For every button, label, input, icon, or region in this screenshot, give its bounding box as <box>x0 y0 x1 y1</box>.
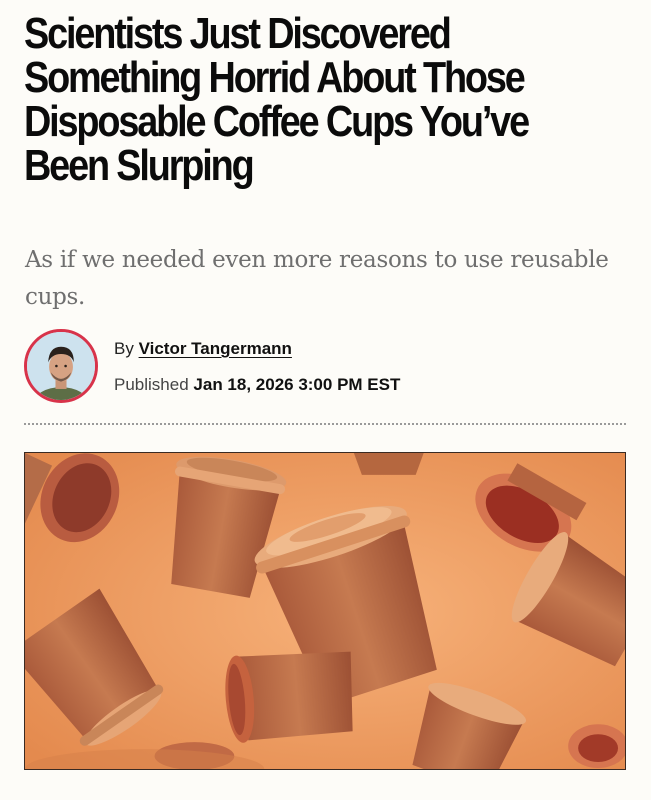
author-portrait-icon <box>27 332 95 400</box>
author-avatar[interactable] <box>24 329 98 403</box>
published-prefix: Published <box>114 375 189 394</box>
article-dek: As if we needed even more reasons to use… <box>25 247 609 310</box>
headline-line-2: Something Horrid About Those <box>24 53 526 102</box>
headline-line-3: Disposable Coffee Cups You’ve <box>24 97 530 146</box>
coffee-cups-illustration <box>25 453 625 769</box>
published-line: Published Jan 18, 2026 3:00 PM EST <box>114 375 400 395</box>
byline: By Victor Tangermann <box>114 339 292 359</box>
article-headline: Scientists Just Discovered Something Hor… <box>24 12 540 188</box>
byline-block: By Victor Tangermann Published Jan 18, 2… <box>24 329 624 409</box>
published-date: Jan 18, 2026 3:00 PM EST <box>193 375 401 394</box>
author-link[interactable]: Victor Tangermann <box>139 339 292 358</box>
headline-line-1: Scientists Just Discovered <box>24 9 452 58</box>
hero-image[interactable] <box>24 452 626 770</box>
section-divider <box>24 423 626 425</box>
cup-icon <box>225 651 353 743</box>
headline-line-4: Been Slurping <box>24 141 255 190</box>
byline-prefix: By <box>114 339 134 358</box>
